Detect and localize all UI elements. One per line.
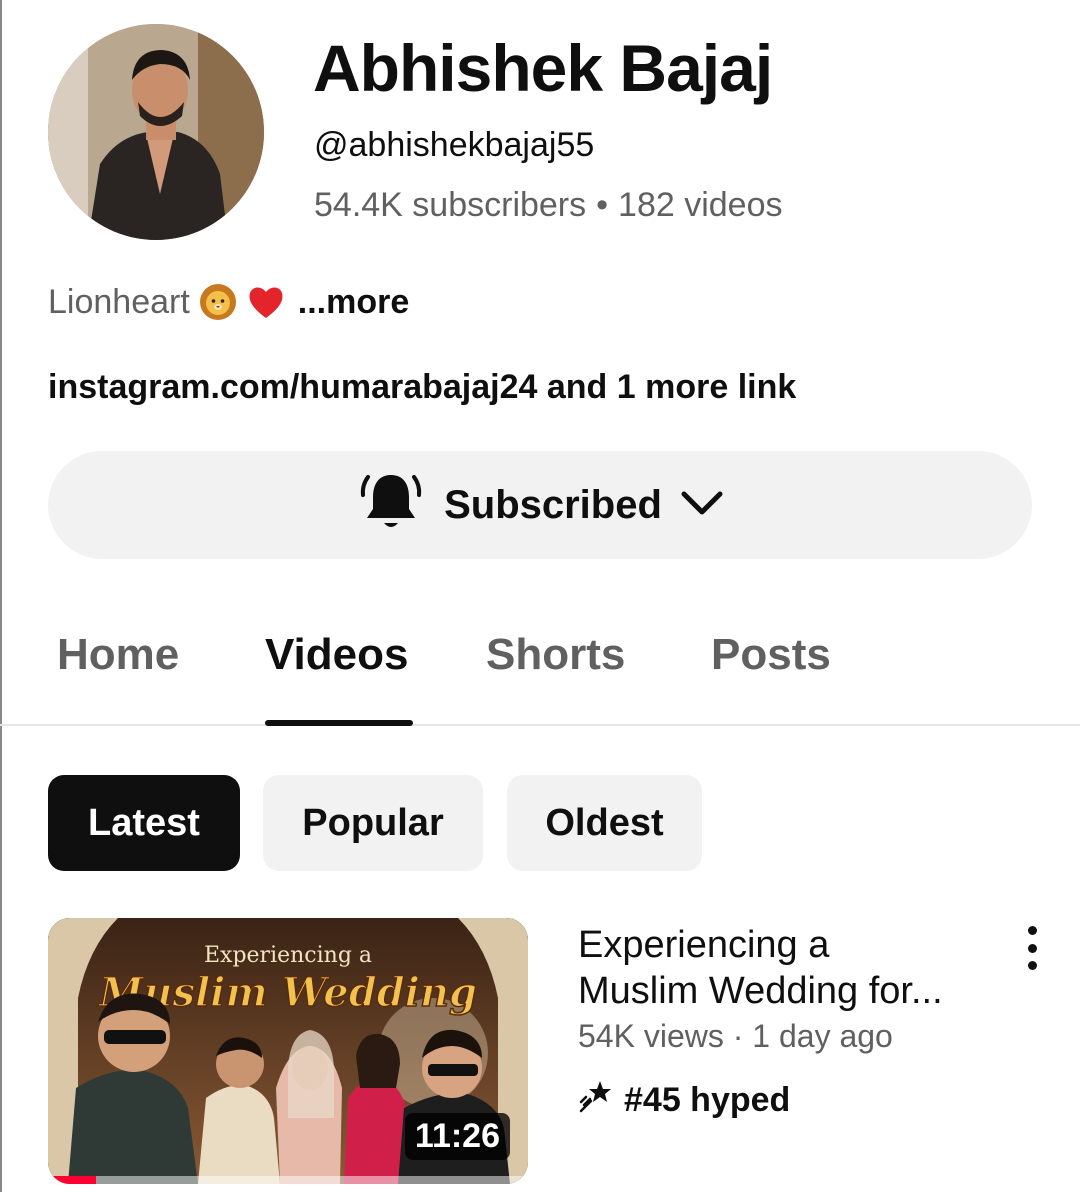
video-title-line1: Experiencing a — [578, 924, 830, 966]
tab-posts[interactable]: Posts — [711, 630, 831, 680]
bell-icon — [356, 471, 426, 540]
watch-progress-bar — [48, 1176, 528, 1184]
channel-description[interactable]: Lionheart ...more — [48, 282, 409, 322]
instagram-link[interactable]: instagram.com/humarabajaj24 — [48, 368, 537, 406]
more-options-icon[interactable] — [1016, 926, 1048, 970]
channel-handle: @abhishekbajaj55 — [314, 126, 595, 164]
bio-text: Lionheart — [48, 282, 190, 321]
hype-icon — [578, 1078, 614, 1123]
thumbnail-caption-small: Experiencing a — [204, 943, 372, 968]
tab-videos[interactable]: Videos — [265, 630, 408, 680]
more-links[interactable]: and 1 more link — [537, 368, 796, 406]
chevron-down-icon — [680, 488, 724, 523]
channel-name: Abhishek Bajaj — [313, 31, 773, 105]
video-title-line2: Muslim Wedding for... — [578, 970, 943, 1012]
chip-popular[interactable]: Popular — [263, 775, 483, 871]
tab-home[interactable]: Home — [57, 630, 179, 680]
watch-progress-fill — [48, 1176, 96, 1184]
channel-tabs: Home Videos Shorts Posts — [0, 600, 1080, 726]
video-duration: 11:26 — [404, 1113, 510, 1160]
channel-stats: 54.4K subscribers • 182 videos — [314, 186, 783, 225]
hype-label: #45 hyped — [624, 1081, 791, 1119]
active-tab-indicator — [265, 720, 413, 726]
avatar-image — [48, 24, 264, 240]
stats-separator: • — [596, 186, 609, 224]
window-edge — [0, 0, 2, 1192]
chip-oldest[interactable]: Oldest — [507, 775, 702, 871]
channel-avatar[interactable] — [48, 24, 264, 240]
subscriber-count: 54.4K subscribers — [314, 186, 587, 224]
video-metadata: 54K views · 1 day ago — [578, 1018, 893, 1054]
video-title[interactable]: Experiencing a Muslim Wedding for... — [578, 922, 988, 1014]
description-more-link[interactable]: ...more — [298, 283, 409, 322]
channel-links[interactable]: instagram.com/humarabajaj24 and 1 more l… — [48, 368, 796, 407]
chip-latest[interactable]: Latest — [48, 775, 240, 871]
lion-emoji-icon — [198, 282, 238, 322]
video-count: 182 videos — [618, 186, 783, 224]
hype-badge[interactable]: #45 hyped — [578, 1078, 790, 1123]
subscribed-label: Subscribed — [444, 482, 662, 527]
tab-shorts[interactable]: Shorts — [486, 630, 625, 680]
heart-emoji-icon — [246, 282, 286, 322]
video-thumbnail[interactable]: Experiencing a Muslim Wedding 11:26 — [48, 918, 528, 1184]
subscribed-button[interactable]: Subscribed — [48, 451, 1032, 559]
